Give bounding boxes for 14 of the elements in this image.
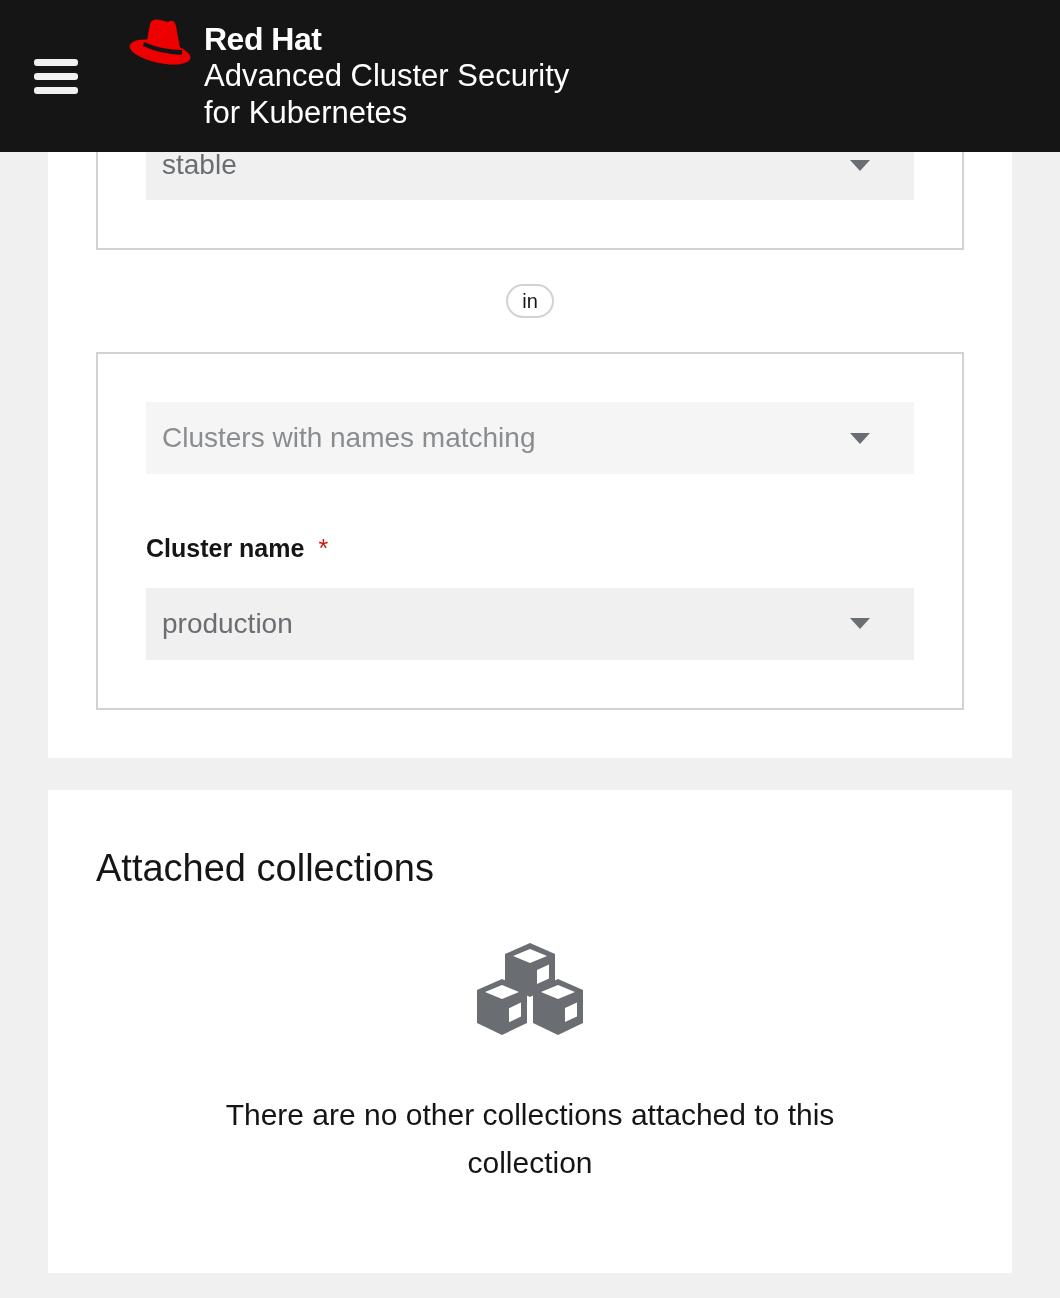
conjunction-label: in xyxy=(506,284,554,318)
caret-icon xyxy=(850,160,870,171)
product-name: for Kubernetes xyxy=(204,94,409,131)
caret-icon xyxy=(850,618,870,629)
menu-icon[interactable] xyxy=(34,57,78,95)
field-label: Cluster name xyxy=(146,533,305,564)
product-name: Advanced Cluster Security xyxy=(204,57,570,94)
select-field[interactable]: stable xyxy=(146,152,914,200)
caret-icon xyxy=(850,432,870,444)
select-field[interactable]: production xyxy=(146,587,914,660)
section-title: Attached collections xyxy=(96,845,435,891)
required-mark: * xyxy=(318,533,329,564)
empty-state-message: There are no other collections attached to this collection xyxy=(224,1097,836,1182)
brand-name: Red Hat xyxy=(204,21,323,57)
